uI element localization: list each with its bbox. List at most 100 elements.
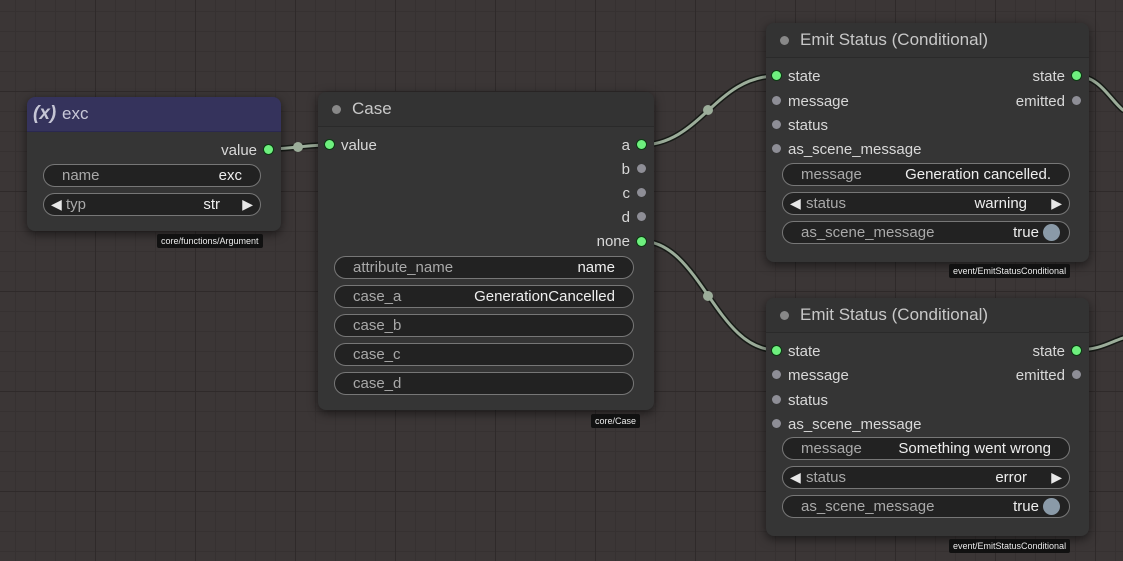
input-slot-state[interactable] (772, 71, 781, 80)
attribute-name-widget[interactable]: attribute_name name (334, 256, 634, 279)
status-combo-widget[interactable]: ◀ status error ▶ (782, 466, 1070, 489)
widget-label: case_c (353, 346, 401, 363)
node-title: exc (62, 104, 89, 123)
widget-label: case_b (353, 317, 402, 334)
input-label-state: state (788, 343, 821, 360)
output-label-state: state (1032, 343, 1065, 360)
output-label-emitted: emitted (1015, 367, 1065, 384)
input-slot-message[interactable] (772, 96, 781, 105)
case-d-widget[interactable]: case_d (334, 372, 634, 395)
widget-label: as_scene_message (801, 224, 935, 241)
output-label-c: c (622, 185, 631, 202)
widget-value: Generation cancelled. (905, 166, 1051, 183)
widget-label: typ (66, 196, 87, 213)
argument-node[interactable]: (x) exc value name exc ◀ typ str ▶ (27, 97, 281, 231)
emit-status-node-2[interactable]: Emit Status (Conditional) state message … (766, 298, 1089, 536)
widget-value: Something went wrong (898, 440, 1051, 457)
collapse-dot-icon[interactable] (332, 105, 341, 114)
widget-value: error (995, 469, 1027, 486)
case-node-header[interactable]: Case (318, 92, 654, 127)
input-slot-status[interactable] (772, 120, 781, 129)
argument-node-header[interactable]: (x) exc (27, 97, 281, 132)
node-type-badge: core/Case (591, 414, 641, 428)
output-label-d: d (621, 209, 630, 226)
widget-label: message (801, 440, 862, 457)
widget-label: case_d (353, 375, 402, 392)
output-slot-state[interactable] (1072, 346, 1081, 355)
node-title: Case (352, 99, 392, 118)
input-label-status: status (788, 392, 829, 409)
widget-label: status (806, 195, 847, 212)
case-node[interactable]: Case value a b c d none attribute_name n… (318, 92, 654, 410)
node-type-badge: core/functions/Argument (157, 234, 263, 248)
input-label-state: state (788, 68, 821, 85)
toggle-knob-icon[interactable] (1043, 498, 1060, 515)
output-label-none: none (596, 233, 630, 250)
node-type-badge: event/EmitStatusConditional (949, 264, 1071, 278)
output-slot-c[interactable] (637, 188, 646, 197)
output-slot-emitted[interactable] (1072, 96, 1081, 105)
widget-label: message (801, 166, 862, 183)
widget-label: name (62, 167, 100, 184)
widget-label: case_a (353, 288, 402, 305)
input-label-status: status (788, 117, 829, 134)
collapse-dot-icon[interactable] (780, 311, 789, 320)
input-slot-message[interactable] (772, 370, 781, 379)
left-arrow-icon[interactable]: ◀ (51, 196, 62, 213)
output-label-value: value (221, 142, 257, 159)
message-text-widget[interactable]: message Something went wrong (782, 437, 1070, 460)
output-slot-state[interactable] (1072, 71, 1081, 80)
widget-label: status (806, 469, 847, 486)
wire-midpoint (293, 142, 303, 152)
message-text-widget[interactable]: message Generation cancelled. (782, 163, 1070, 186)
input-label-as-scene-message: as_scene_message (788, 416, 922, 433)
node-type-badge: event/EmitStatusConditional (949, 539, 1071, 553)
right-arrow-icon[interactable]: ▶ (1051, 469, 1062, 486)
widget-value: name (577, 259, 615, 276)
input-slot-status[interactable] (772, 395, 781, 404)
output-label-a: a (621, 137, 630, 154)
toggle-knob-icon[interactable] (1043, 224, 1060, 241)
right-arrow-icon[interactable]: ▶ (1051, 195, 1062, 212)
left-arrow-icon[interactable]: ◀ (790, 469, 801, 486)
status-combo-widget[interactable]: ◀ status warning ▶ (782, 192, 1070, 215)
input-slot-value[interactable] (325, 140, 334, 149)
widget-value: exc (218, 167, 242, 184)
input-label-value: value (341, 137, 377, 154)
widget-value: true (1013, 498, 1039, 515)
widget-value: true (1013, 224, 1039, 241)
output-slot-emitted[interactable] (1072, 370, 1081, 379)
case-a-widget[interactable]: case_a GenerationCancelled (334, 285, 634, 308)
output-slot-none[interactable] (637, 237, 646, 246)
collapse-dot-icon[interactable] (780, 36, 789, 45)
output-slot-a[interactable] (637, 140, 646, 149)
output-label-b: b (621, 161, 630, 178)
output-slot-value[interactable] (264, 145, 273, 154)
emit-node-header[interactable]: Emit Status (Conditional) (766, 23, 1089, 58)
input-slot-as-scene-message[interactable] (772, 419, 781, 428)
left-arrow-icon[interactable]: ◀ (790, 195, 801, 212)
as-scene-message-toggle[interactable]: as_scene_message true (782, 221, 1070, 244)
input-slot-as-scene-message[interactable] (772, 144, 781, 153)
input-slot-state[interactable] (772, 346, 781, 355)
input-label-as-scene-message: as_scene_message (788, 141, 922, 158)
widget-value: str (203, 196, 220, 213)
case-c-widget[interactable]: case_c (334, 343, 634, 366)
output-slot-d[interactable] (637, 212, 646, 221)
wire-midpoint (703, 105, 713, 115)
name-text-widget[interactable]: name exc (43, 164, 261, 187)
emit-node-header[interactable]: Emit Status (Conditional) (766, 298, 1089, 333)
typ-combo-widget[interactable]: ◀ typ str ▶ (43, 193, 261, 216)
output-label-emitted: emitted (1015, 93, 1065, 110)
input-label-message: message (788, 367, 849, 384)
case-b-widget[interactable]: case_b (334, 314, 634, 337)
output-label-state: state (1032, 68, 1065, 85)
right-arrow-icon[interactable]: ▶ (242, 196, 253, 213)
as-scene-message-toggle[interactable]: as_scene_message true (782, 495, 1070, 518)
output-slot-b[interactable] (637, 164, 646, 173)
emit-status-node-1[interactable]: Emit Status (Conditional) state message … (766, 23, 1089, 262)
widget-label: attribute_name (353, 259, 454, 276)
input-label-message: message (788, 93, 849, 110)
widget-value: warning (974, 195, 1027, 212)
variable-icon: (x) (33, 103, 57, 124)
